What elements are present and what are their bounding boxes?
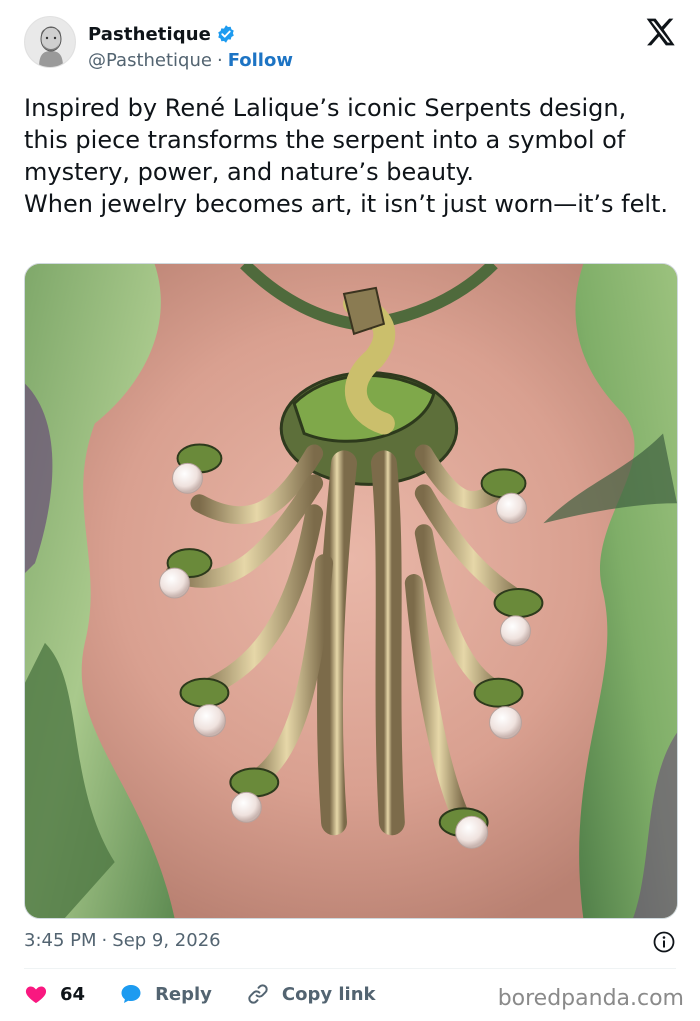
tweet-actions: 64 Reply Copy link	[24, 980, 410, 1008]
serpent-necklace-photo	[25, 264, 677, 918]
link-icon	[248, 984, 268, 1004]
tweet-date: Sep 9, 2026	[112, 930, 221, 951]
author-info: Pasthetique @Pasthetique · Follow	[88, 22, 293, 72]
like-count: 64	[60, 983, 86, 1005]
avatar[interactable]	[24, 16, 76, 68]
speech-bubble-icon	[121, 985, 141, 1003]
verified-badge-icon	[218, 25, 234, 43]
x-logo-icon[interactable]	[644, 16, 676, 48]
handle-separator: ·	[216, 50, 223, 71]
timestamp-separator: ·	[101, 930, 108, 951]
watermark: boredpanda.com	[497, 986, 684, 1011]
tweet-header: Pasthetique @Pasthetique · Follow	[24, 14, 676, 76]
tweet-time: 3:45 PM	[24, 930, 97, 951]
handle[interactable]: @Pasthetique	[88, 50, 212, 71]
info-icon[interactable]	[652, 930, 676, 954]
like-button[interactable]: 64	[24, 982, 85, 1006]
tweet-text: Inspired by René Lalique’s iconic Serpen…	[24, 94, 669, 218]
tweet-timestamp[interactable]: 3:45 PM · Sep 9, 2026	[24, 930, 221, 951]
reply-button[interactable]: Reply	[119, 982, 212, 1006]
copy-link-button[interactable]: Copy link	[246, 982, 376, 1006]
tweet-media-image[interactable]	[24, 263, 678, 919]
display-name[interactable]: Pasthetique	[88, 24, 211, 45]
reply-label: Reply	[155, 983, 212, 1005]
heart-icon	[25, 986, 47, 1003]
avatar-bust-illustration	[25, 17, 75, 67]
divider	[24, 968, 676, 969]
copy-link-label: Copy link	[281, 983, 376, 1005]
follow-button[interactable]: Follow	[228, 50, 293, 71]
